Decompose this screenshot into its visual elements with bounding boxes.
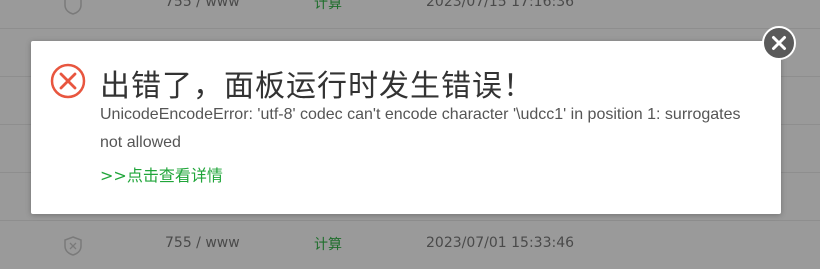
error-message: UnicodeEncodeError: 'utf-8' codec can't …	[100, 106, 741, 151]
calculate-link[interactable]: 计算	[314, 0, 342, 13]
close-icon	[762, 26, 796, 60]
permission-cell: 755 / www	[165, 235, 240, 251]
permission-cell: 755 / www	[165, 0, 240, 10]
error-title: 出错了，面板运行时发生错误！	[100, 69, 534, 104]
table-row: 755 / www 计算 2023/07/15 17:16:36	[0, 0, 820, 29]
shield-icon	[62, 235, 84, 257]
table-row: 755 / www 计算 2023/07/01 15:33:46	[0, 221, 820, 269]
error-circle-x-icon	[50, 63, 86, 99]
calculate-link[interactable]: 计算	[314, 234, 342, 254]
modified-time-cell: 2023/07/15 17:16:36	[426, 0, 575, 10]
error-dialog: 出错了，面板运行时发生错误！ UnicodeEncodeError: 'utf-…	[31, 41, 781, 214]
close-button[interactable]	[762, 26, 796, 60]
shield-icon	[62, 0, 84, 16]
modified-time-cell: 2023/07/01 15:33:46	[426, 235, 575, 251]
view-details-link[interactable]: >>点击查看详情	[100, 162, 223, 186]
